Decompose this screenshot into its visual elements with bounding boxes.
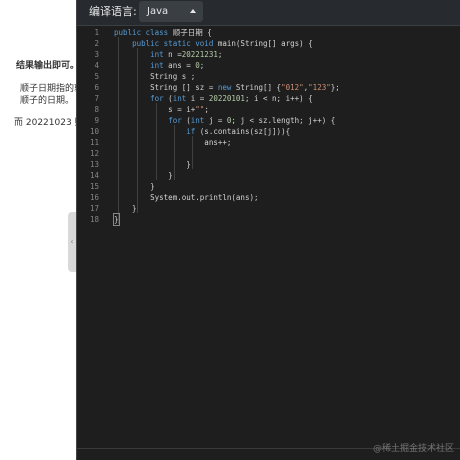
description-line: 顺子日期指的就 — [20, 84, 76, 94]
language-select[interactable]: Java — [139, 1, 203, 22]
code-text: int ans = 0; — [150, 61, 205, 70]
line-number: 16 — [89, 193, 99, 202]
line-number: 7 — [94, 94, 99, 103]
code-text: public static void main(String[] args) { — [132, 39, 313, 48]
description-line: 结果输出即可。 — [16, 61, 76, 71]
code-text: for (int i = 20220101; i < n; i++) { — [150, 94, 313, 103]
description-line: 而 20221023 则 — [14, 118, 76, 128]
code-editor[interactable]: 编译语言: Java 1 public class 顺子日期 { 2 publi… — [76, 0, 460, 460]
code-text: for (int j = 0; j < sz.length; j++) { — [168, 116, 336, 125]
line-number: 1 — [94, 28, 99, 37]
code-text: System.out.println(ans); — [114, 193, 259, 202]
code-text: } — [113, 213, 120, 226]
code-line: 14 } — [77, 170, 460, 181]
line-number: 8 — [94, 105, 99, 114]
code-line: 9 for (int j = 0; j < sz.length; j++) { — [77, 115, 460, 126]
language-select-value: Java — [147, 6, 169, 17]
code-area[interactable]: 1 public class 顺子日期 { 2 public static vo… — [77, 26, 460, 460]
code-text: } — [114, 182, 155, 191]
code-text: ans++; — [114, 138, 232, 147]
code-text: public class 顺子日期 { — [114, 28, 212, 37]
code-text: } — [114, 171, 173, 180]
code-line: 6 String [] sz = new String[] {"012","12… — [77, 82, 460, 93]
line-number: 6 — [94, 83, 99, 92]
code-line: 5 String s ; — [77, 71, 460, 82]
code-line: 2 public static void main(String[] args)… — [77, 38, 460, 49]
line-number: 9 — [94, 116, 99, 125]
code-line: 8 s = i+""; — [77, 104, 460, 115]
code-text: s = i+""; — [114, 105, 209, 114]
line-number: 15 — [89, 182, 99, 191]
code-text: } — [114, 204, 137, 213]
code-text: int n =20221231; — [150, 50, 223, 59]
code-line: 3 int n =20221231; — [77, 49, 460, 60]
code-text: String [] sz = new String[] {"012","123"… — [114, 83, 340, 92]
description-line: 顺子的日期。 — [20, 96, 75, 106]
code-line: 16 System.out.println(ans); — [77, 192, 460, 203]
code-line: 1 public class 顺子日期 { — [77, 27, 460, 38]
line-number: 3 — [94, 50, 99, 59]
code-text: if (s.contains(sz[j])){ — [186, 127, 291, 136]
code-line: 4 int ans = 0; — [77, 60, 460, 71]
code-line: 17 } — [77, 203, 460, 214]
line-number: 2 — [94, 39, 99, 48]
code-line: 15 } — [77, 181, 460, 192]
code-line: 12 — [77, 148, 460, 159]
line-number: 11 — [89, 138, 99, 147]
chevron-left-icon: ‹ — [70, 237, 74, 246]
code-text: String s ; — [114, 72, 196, 81]
line-number: 17 — [89, 204, 99, 213]
code-line: 18 } — [77, 213, 460, 226]
line-number: 18 — [89, 215, 99, 224]
watermark: @稀土掘金技术社区 — [372, 444, 454, 454]
panel-collapse-handle[interactable]: ‹ — [68, 212, 76, 272]
line-number: 5 — [94, 72, 99, 81]
line-number: 12 — [89, 149, 99, 158]
code-line: 7 for (int i = 20220101; i < n; i++) { — [77, 93, 460, 104]
code-text: } — [114, 160, 191, 169]
line-number: 10 — [89, 127, 99, 136]
line-number: 14 — [89, 171, 99, 180]
code-line: 11 ans++; — [77, 137, 460, 148]
language-label: 编译语言: — [89, 5, 137, 18]
caret-up-icon — [190, 9, 196, 13]
editor-toolbar: 编译语言: Java — [77, 0, 460, 26]
code-line: 10 if (s.contains(sz[j])){ — [77, 126, 460, 137]
problem-description-panel: 结果输出即可。 顺子日期指的就 顺子的日期。 而 20221023 则 — [0, 0, 76, 460]
code-line: 13 } — [77, 159, 460, 170]
line-number: 4 — [94, 61, 99, 70]
line-number: 13 — [89, 160, 99, 169]
